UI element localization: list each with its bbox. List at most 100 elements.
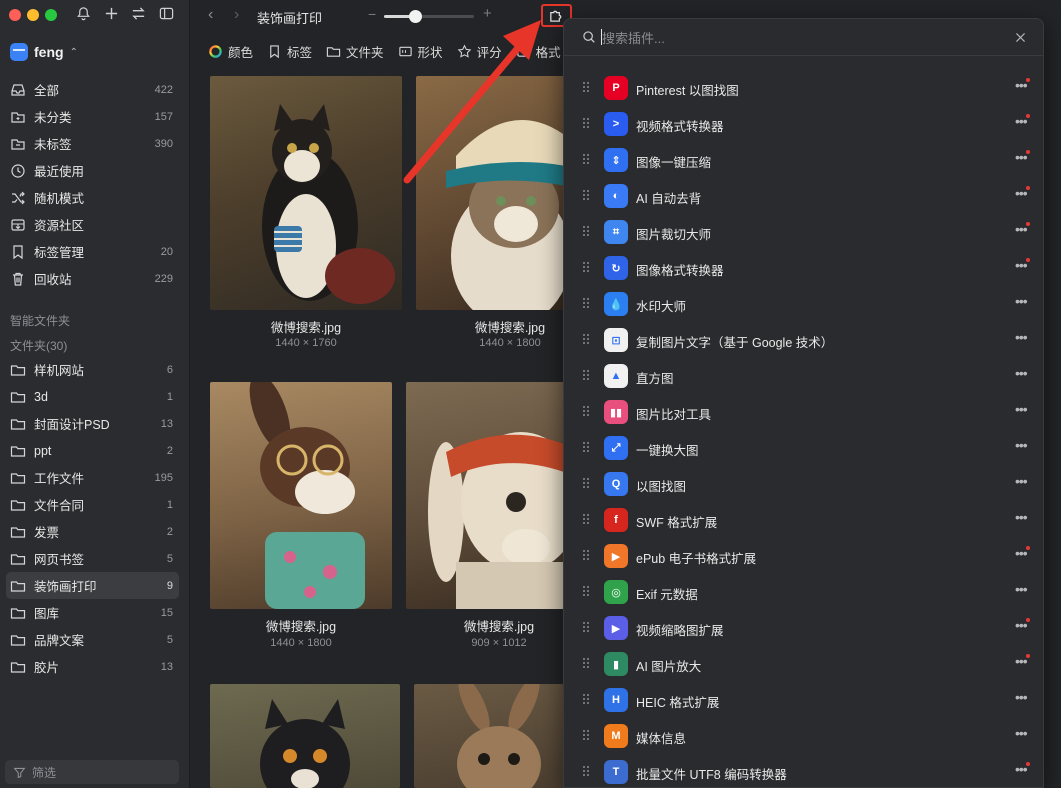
plugin-item[interactable]: ⊡ 复制图片文字（基于 Google 技术） ••• (564, 322, 1043, 358)
filter-bookmark[interactable]: 标签 (267, 42, 312, 61)
plugin-search-input[interactable] (602, 28, 982, 48)
close-window-button[interactable] (9, 9, 21, 21)
smart-folders-heading[interactable]: 智能文件夹 (10, 312, 70, 329)
drag-handle-icon[interactable] (583, 550, 591, 562)
more-options-icon[interactable]: ••• (1015, 437, 1028, 453)
drag-handle-icon[interactable] (583, 478, 591, 490)
folder-item[interactable]: ppt 2 (6, 437, 179, 464)
folder-item[interactable]: 品牌文案 5 (6, 626, 179, 653)
filter-format[interactable]: 格式 (516, 42, 561, 61)
sidebar-filter[interactable]: 筛选 (5, 760, 179, 784)
sidebar-item[interactable]: 回收站 229 (6, 265, 179, 292)
more-options-icon[interactable]: ••• (1015, 221, 1028, 237)
drag-handle-icon[interactable] (583, 586, 591, 598)
more-options-icon[interactable]: ••• (1015, 329, 1028, 345)
more-options-icon[interactable]: ••• (1015, 293, 1028, 309)
more-options-icon[interactable]: ••• (1015, 689, 1028, 705)
drag-handle-icon[interactable] (583, 658, 591, 670)
drag-handle-icon[interactable] (583, 298, 591, 310)
drag-handle-icon[interactable] (583, 730, 591, 742)
close-icon[interactable] (1014, 31, 1027, 44)
plugin-item[interactable]: ▮ AI 图片放大 ••• (564, 646, 1043, 682)
thumbnail-rabbit-brown[interactable] (414, 684, 564, 788)
plus-icon[interactable] (102, 6, 120, 24)
more-options-icon[interactable]: ••• (1015, 149, 1028, 165)
thumbnail-cat-dark[interactable] (210, 684, 400, 788)
more-options-icon[interactable]: ••• (1015, 581, 1028, 597)
folder-item[interactable]: 装饰画打印 9 (6, 572, 179, 599)
folder-item[interactable]: 3d 1 (6, 383, 179, 410)
plugin-item[interactable]: ⇕ 图像一键压缩 ••• (564, 142, 1043, 178)
forward-arrow-icon[interactable]: › (234, 6, 239, 24)
zoom-window-button[interactable] (45, 9, 57, 21)
more-options-icon[interactable]: ••• (1015, 257, 1028, 273)
library-switcher[interactable]: feng ⌃ (10, 42, 78, 62)
drag-handle-icon[interactable] (583, 334, 591, 346)
sidebar-toggle-icon[interactable] (157, 6, 175, 24)
drag-handle-icon[interactable] (583, 406, 591, 418)
plugin-item[interactable]: Q 以图找图 ••• (564, 466, 1043, 502)
drag-handle-icon[interactable] (583, 226, 591, 238)
plugin-item[interactable]: ⤢ 一键换大图 ••• (564, 430, 1043, 466)
plugin-item[interactable]: H HEIC 格式扩展 ••• (564, 682, 1043, 718)
plugin-item[interactable]: ◎ Exif 元数据 ••• (564, 574, 1043, 610)
drag-handle-icon[interactable] (583, 82, 591, 94)
more-options-icon[interactable]: ••• (1015, 545, 1028, 561)
plugin-item[interactable]: ◐ AI 自动去背 ••• (564, 178, 1043, 214)
back-arrow-icon[interactable]: ‹ (208, 6, 213, 24)
more-options-icon[interactable]: ••• (1015, 113, 1028, 129)
filter-color-wheel[interactable]: 颜色 (208, 42, 253, 61)
folder-item[interactable]: 文件合同 1 (6, 491, 179, 518)
plugin-item[interactable]: P Pinterest 以图找图 ••• (564, 70, 1043, 106)
zoom-out-icon[interactable]: − (368, 6, 376, 22)
plugin-item[interactable]: f SWF 格式扩展 ••• (564, 502, 1043, 538)
more-options-icon[interactable]: ••• (1015, 185, 1028, 201)
drag-handle-icon[interactable] (583, 118, 591, 130)
plugin-item[interactable]: ▮▮ 图片比对工具 ••• (564, 394, 1043, 430)
zoom-track[interactable] (384, 10, 474, 23)
sidebar-item[interactable]: 最近使用 (6, 157, 179, 184)
folder-item[interactable]: 胶片 13 (6, 653, 179, 680)
plugin-item[interactable]: ▶ ePub 电子书格式扩展 ••• (564, 538, 1043, 574)
plugin-item[interactable]: ▲ 直方图 ••• (564, 358, 1043, 394)
filter-shape[interactable]: 形状 (398, 42, 443, 61)
drag-handle-icon[interactable] (583, 262, 591, 274)
minimize-window-button[interactable] (27, 9, 39, 21)
sidebar-item[interactable]: 随机模式 (6, 184, 179, 211)
zoom-slider[interactable]: − + (368, 5, 492, 23)
drag-handle-icon[interactable] (583, 442, 591, 454)
more-options-icon[interactable]: ••• (1015, 365, 1028, 381)
drag-handle-icon[interactable] (583, 694, 591, 706)
bell-icon[interactable] (74, 6, 92, 24)
folder-item[interactable]: 发票 2 (6, 518, 179, 545)
sidebar-item[interactable]: 全部 422 (6, 76, 179, 103)
plugin-item[interactable]: ↻ 图像格式转换器 ••• (564, 250, 1043, 286)
more-options-icon[interactable]: ••• (1015, 401, 1028, 417)
thumbnail-cat-cap[interactable] (416, 76, 564, 310)
more-options-icon[interactable]: ••• (1015, 725, 1028, 741)
folder-item[interactable]: 网页书签 5 (6, 545, 179, 572)
more-options-icon[interactable]: ••• (1015, 509, 1028, 525)
zoom-in-icon[interactable]: + (483, 5, 492, 22)
filter-star[interactable]: 评分 (457, 42, 502, 61)
plugin-item[interactable]: M 媒体信息 ••• (564, 718, 1043, 754)
filter-folder[interactable]: 文件夹 (326, 42, 384, 61)
more-options-icon[interactable]: ••• (1015, 617, 1028, 633)
thumbnail-rabbit-headband[interactable] (406, 382, 564, 609)
drag-handle-icon[interactable] (583, 154, 591, 166)
more-options-icon[interactable]: ••• (1015, 473, 1028, 489)
folder-item[interactable]: 样机网站 6 (6, 356, 179, 383)
drag-handle-icon[interactable] (583, 766, 591, 778)
swap-icon[interactable] (129, 6, 147, 24)
sidebar-item[interactable]: 未标签 390 (6, 130, 179, 157)
drag-handle-icon[interactable] (583, 514, 591, 526)
plugin-item[interactable]: T 批量文件 UTF8 编码转换器 ••• (564, 754, 1043, 787)
plugin-item[interactable]: > 视频格式转换器 ••• (564, 106, 1043, 142)
sidebar-item[interactable]: 未分类 157 (6, 103, 179, 130)
thumbnail-rabbit-glasses[interactable] (210, 382, 392, 609)
folders-heading[interactable]: 文件夹(30) (10, 337, 67, 354)
sidebar-item[interactable]: 标签管理 20 (6, 238, 179, 265)
more-options-icon[interactable]: ••• (1015, 653, 1028, 669)
zoom-thumb[interactable] (408, 10, 422, 23)
sidebar-item[interactable]: 资源社区 (6, 211, 179, 238)
